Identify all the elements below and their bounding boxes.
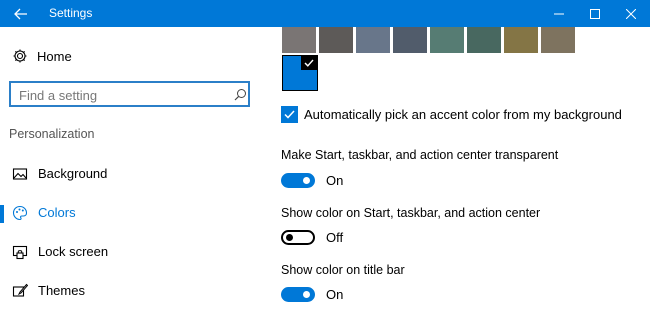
sidebar-item-lock-screen[interactable]: Lock screen	[0, 236, 262, 268]
paintbrush-icon	[12, 283, 28, 297]
home-nav-item[interactable]: Home	[12, 48, 72, 64]
sidebar-item-label: Lock screen	[38, 244, 109, 259]
show-color-start-label: Show color on Start, taskbar, and action…	[281, 206, 541, 220]
color-swatch[interactable]	[541, 27, 575, 53]
sidebar-item-background[interactable]: Background	[0, 158, 262, 190]
minimize-icon	[554, 13, 564, 14]
window-title: Settings	[49, 6, 93, 20]
transparency-toggle[interactable]	[281, 173, 315, 188]
maximize-icon	[590, 8, 600, 19]
search-icon[interactable]	[234, 88, 247, 101]
show-color-title-label: Show color on title bar	[281, 263, 405, 277]
color-swatch[interactable]	[319, 27, 353, 53]
auto-pick-accent-label: Automatically pick an accent color from …	[304, 107, 622, 122]
sidebar-item-themes[interactable]: Themes	[0, 275, 262, 307]
auto-pick-accent-checkbox[interactable]	[281, 106, 298, 123]
sidebar-item-label: Background	[38, 166, 108, 181]
lock-screen-icon	[12, 245, 28, 260]
minimize-button[interactable]	[542, 0, 576, 27]
palette-icon	[12, 205, 28, 221]
sidebar-item-label: Colors	[38, 205, 76, 220]
show-color-start-toggle[interactable]	[281, 230, 315, 245]
color-swatch[interactable]	[356, 27, 390, 53]
checkmark-badge	[301, 56, 317, 70]
color-swatch[interactable]	[467, 27, 501, 53]
gear-icon	[13, 49, 27, 63]
color-swatch[interactable]	[282, 27, 316, 53]
search-input[interactable]	[19, 87, 219, 103]
back-arrow-icon	[14, 8, 27, 19]
show-color-title-toggle[interactable]	[281, 287, 315, 302]
picture-icon	[12, 168, 28, 180]
title-bar: Settings	[0, 0, 650, 27]
transparency-state: On	[326, 173, 344, 188]
close-button[interactable]	[614, 0, 648, 27]
transparency-label: Make Start, taskbar, and action center t…	[281, 148, 559, 162]
toggle-knob	[303, 291, 310, 298]
checkmark-icon	[304, 59, 314, 67]
show-color-start-state: Off	[326, 230, 344, 245]
sidebar-item-colors[interactable]: Colors	[0, 197, 262, 229]
search-box[interactable]	[9, 81, 250, 107]
back-button[interactable]	[0, 0, 42, 27]
close-icon	[626, 8, 636, 19]
sidebar-item-label: Themes	[38, 283, 85, 298]
color-swatch[interactable]	[430, 27, 464, 53]
section-title: Personalization	[9, 127, 95, 141]
toggle-knob	[303, 177, 310, 184]
checkmark-icon	[284, 110, 295, 119]
color-swatch[interactable]	[504, 27, 538, 53]
show-color-title-state: On	[326, 287, 344, 302]
maximize-button[interactable]	[578, 0, 612, 27]
auto-pick-accent-option[interactable]: Automatically pick an accent color from …	[281, 106, 622, 123]
home-label: Home	[37, 48, 72, 64]
color-swatch[interactable]	[393, 27, 427, 53]
selected-color-swatch[interactable]	[282, 55, 318, 91]
toggle-knob	[286, 234, 293, 241]
